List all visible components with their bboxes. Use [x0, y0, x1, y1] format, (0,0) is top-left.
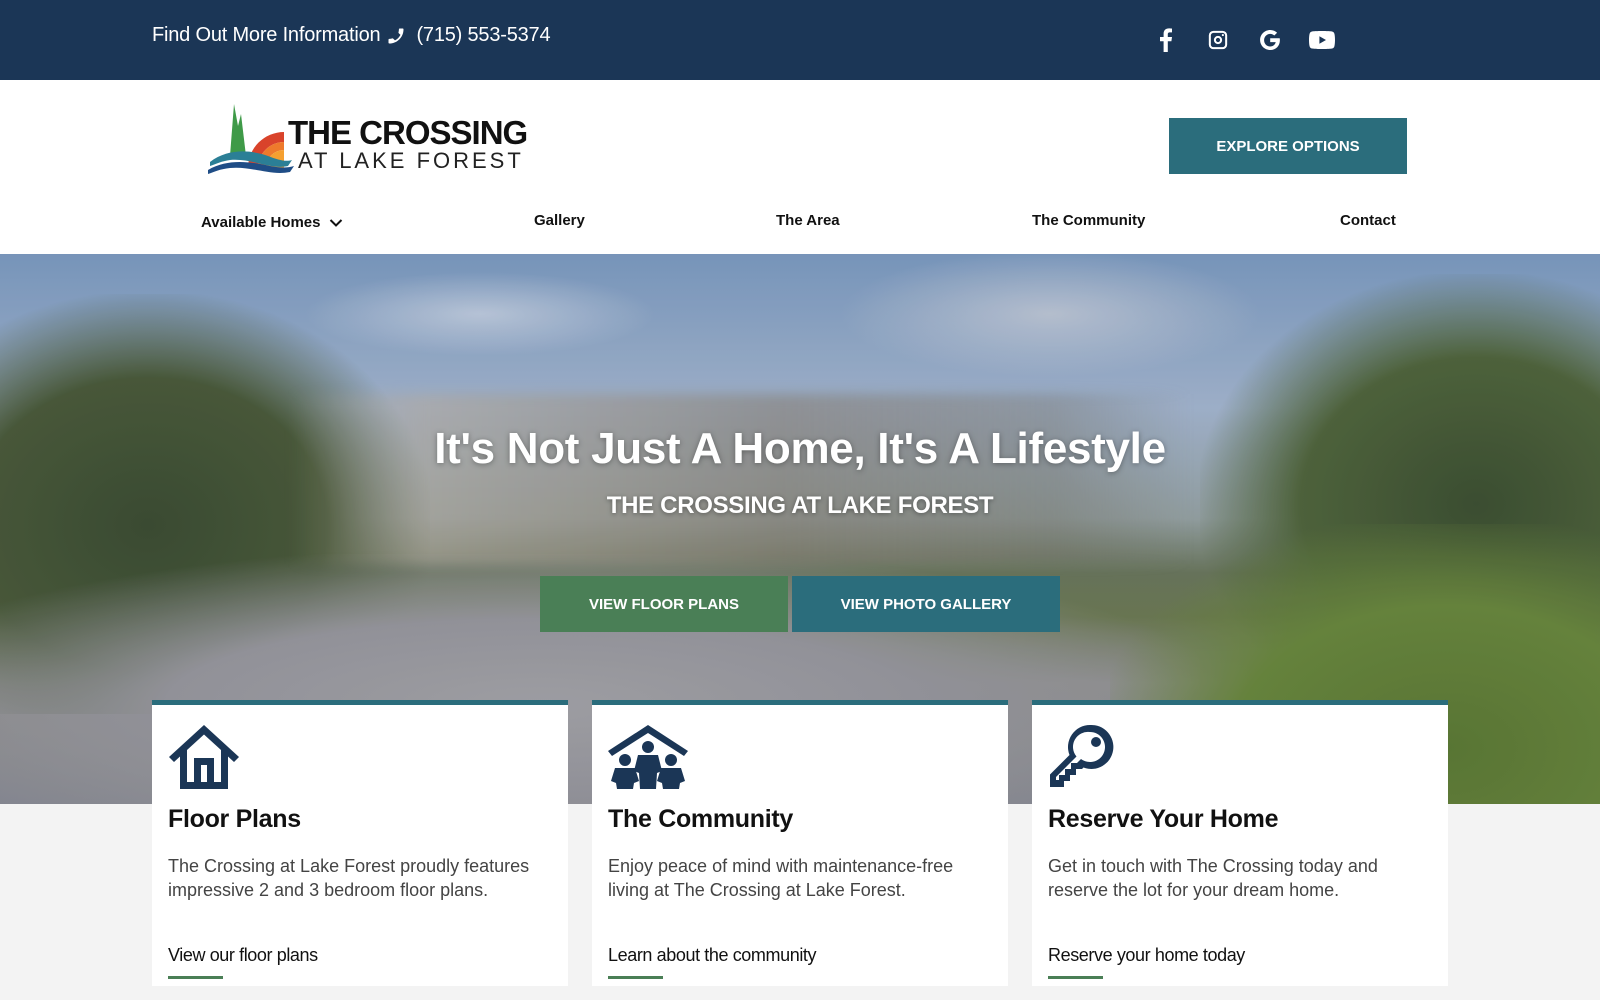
feature-card-reserve: Reserve Your Home Get in touch with The … [1032, 700, 1448, 986]
facebook-icon [1160, 28, 1172, 52]
card-text: Enjoy peace of mind with maintenance-fre… [608, 856, 954, 900]
info-text: Find Out More Information [152, 24, 381, 46]
chevron-down-icon [329, 218, 342, 227]
nav-contact[interactable]: Contact [1340, 212, 1396, 229]
instagram-link[interactable] [1192, 26, 1244, 54]
explore-options-button[interactable]: EXPLORE OPTIONS [1169, 118, 1407, 174]
main-nav: Available Homes Gallery The Area The Com… [0, 212, 1600, 242]
logo-mark-icon [208, 104, 294, 174]
nav-label: Available Homes [201, 214, 321, 231]
google-link[interactable] [1244, 26, 1296, 54]
logo-subtitle: AT LAKE FOREST [298, 148, 524, 173]
nav-gallery[interactable]: Gallery [534, 212, 585, 229]
view-photo-gallery-button[interactable]: VIEW PHOTO GALLERY [792, 576, 1060, 632]
card-title: The Community [608, 805, 793, 833]
nav-the-area[interactable]: The Area [776, 212, 840, 229]
top-bar: Find Out More Information (715) 553-5374 [0, 0, 1600, 80]
nav-the-community[interactable]: The Community [1032, 212, 1145, 229]
card-text: Get in touch with The Crossing today and… [1048, 856, 1378, 900]
contact-info: Find Out More Information (715) 553-5374 [152, 24, 551, 47]
house-icon [169, 725, 239, 789]
key-icon [1050, 724, 1114, 787]
card-text: The Crossing at Lake Forest proudly feat… [168, 856, 530, 900]
phone-icon [386, 26, 406, 46]
community-icon [608, 725, 688, 789]
nav-available-homes[interactable]: Available Homes [201, 214, 343, 231]
card-title: Reserve Your Home [1048, 805, 1279, 833]
reserve-home-link[interactable]: Reserve your home today [1048, 945, 1245, 979]
hero-title: It's Not Just A Home, It's A Lifestyle [434, 424, 1166, 473]
learn-community-link[interactable]: Learn about the community [608, 945, 817, 979]
social-links [1140, 26, 1348, 54]
phone-link[interactable]: (715) 553-5374 [416, 24, 550, 47]
feature-card-community: The Community Enjoy peace of mind with m… [592, 700, 1008, 986]
site-header: THE CROSSING AT LAKE FOREST EXPLORE OPTI… [0, 80, 1600, 254]
youtube-icon [1309, 31, 1335, 49]
view-floor-plans-link[interactable]: View our floor plans [168, 945, 318, 979]
feature-card-floor-plans: Floor Plans The Crossing at Lake Forest … [152, 700, 568, 986]
google-icon [1260, 30, 1280, 50]
facebook-link[interactable] [1140, 26, 1192, 54]
view-floor-plans-button[interactable]: VIEW FLOOR PLANS [540, 576, 788, 632]
hero-subtitle: THE CROSSING AT LAKE FOREST [606, 492, 994, 519]
youtube-link[interactable] [1296, 26, 1348, 54]
instagram-icon [1208, 30, 1228, 50]
card-title: Floor Plans [168, 805, 301, 833]
site-logo[interactable]: THE CROSSING AT LAKE FOREST [208, 96, 538, 176]
logo-title: THE CROSSING [288, 114, 528, 151]
